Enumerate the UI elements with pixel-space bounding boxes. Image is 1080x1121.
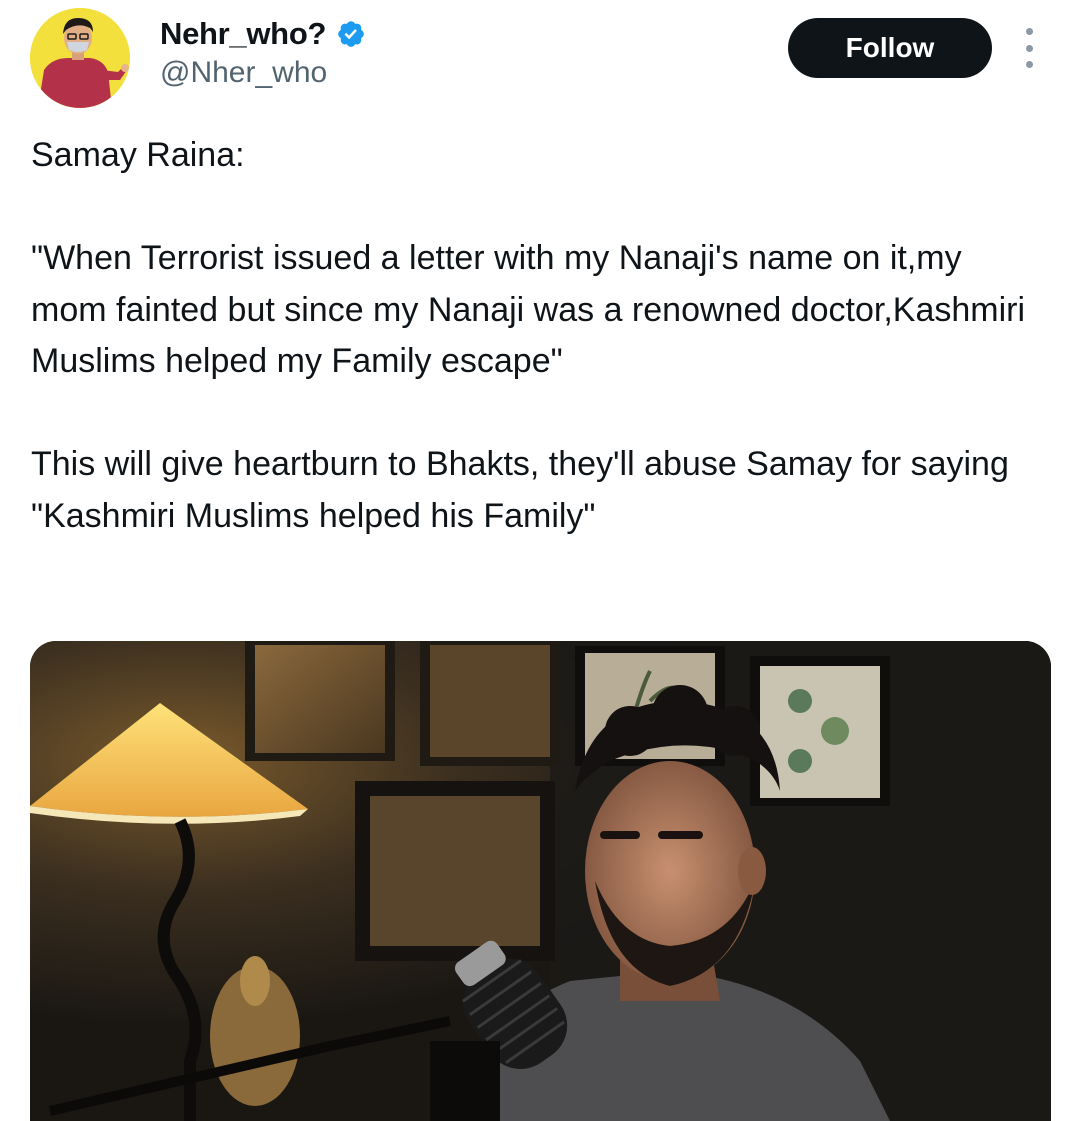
author-avatar[interactable] bbox=[30, 8, 130, 108]
dot bbox=[1025, 28, 1033, 35]
tweet-media-photo[interactable] bbox=[30, 641, 1051, 1121]
dot bbox=[1025, 61, 1033, 68]
photo-image bbox=[30, 641, 1051, 1121]
dot bbox=[1025, 44, 1033, 52]
tweet-paragraph: This will give heartburn to Bhakts, they… bbox=[31, 445, 1019, 535]
tweet-paragraph: "When Terrorist issued a letter with my … bbox=[31, 239, 1035, 380]
tweet-paragraph: Samay Raina: bbox=[31, 136, 245, 174]
author-handle[interactable]: @Nher_who bbox=[160, 56, 327, 90]
tweet-text: Samay Raina: "When Terrorist issued a le… bbox=[31, 130, 1031, 542]
verified-badge-icon bbox=[338, 21, 364, 47]
author-display-name[interactable]: Nehr_who? bbox=[160, 16, 326, 52]
author-name-row[interactable]: Nehr_who? bbox=[160, 14, 366, 54]
tweet-card: Nehr_who? @Nher_who Follow Samay Raina: … bbox=[0, 0, 1080, 1121]
avatar-image bbox=[30, 8, 130, 108]
more-options-icon[interactable] bbox=[1014, 28, 1044, 68]
follow-button[interactable]: Follow bbox=[788, 18, 992, 78]
